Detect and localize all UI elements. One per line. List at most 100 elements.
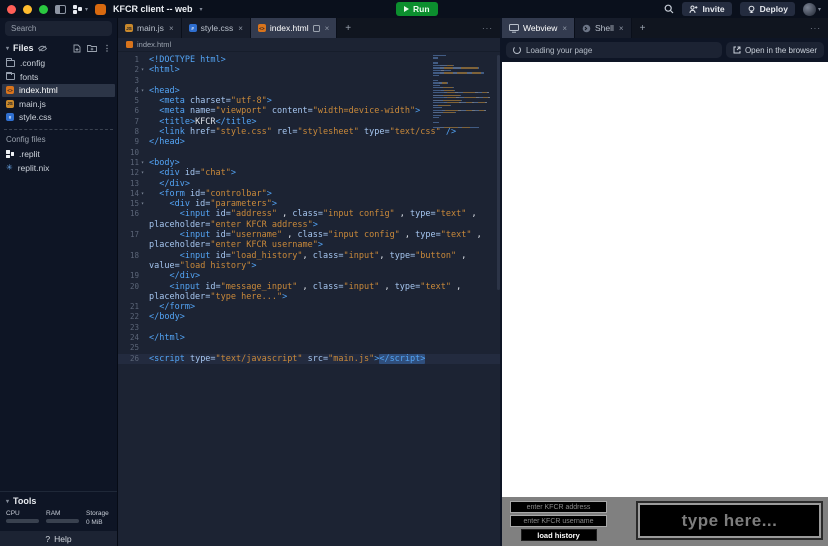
files-kebab-menu-icon[interactable]: ⋮ xyxy=(103,44,111,53)
project-menu-chevron-icon[interactable]: ▾ xyxy=(200,6,203,13)
window-close-button[interactable] xyxy=(7,5,16,14)
deploy-rocket-icon xyxy=(747,5,756,14)
code-row[interactable]: value="load history"> xyxy=(118,261,500,271)
project-title[interactable]: KFCR client -- web xyxy=(113,4,193,14)
webview-url-bar[interactable]: Loading your page xyxy=(506,42,722,58)
window-minimize-button[interactable] xyxy=(23,5,32,14)
fold-chevron-icon[interactable]: ▾ xyxy=(139,158,146,168)
code-row[interactable]: 20 <input id="message_input" , class="in… xyxy=(118,282,500,292)
code-row[interactable]: 13 </div> xyxy=(118,179,500,189)
fold-chevron-icon[interactable]: ▾ xyxy=(139,189,146,199)
page-load-history-button[interactable]: load history xyxy=(521,529,597,541)
line-number: 14▾ xyxy=(118,189,146,199)
editor-tabbar-options-icon[interactable]: ··· xyxy=(475,18,500,38)
code-row[interactable]: 24</html> xyxy=(118,333,500,343)
hidden-files-eye-icon[interactable] xyxy=(38,45,47,52)
new-file-icon[interactable] xyxy=(73,44,81,53)
code-row[interactable]: placeholder="enter KFCR address"> xyxy=(118,220,500,230)
line-number: 1 xyxy=(118,55,146,65)
line-number: 2▾ xyxy=(118,65,146,75)
invite-button[interactable]: Invite xyxy=(682,2,731,16)
code-row[interactable]: 14▾ <form id="controlbar"> xyxy=(118,189,500,199)
avatar xyxy=(803,3,816,16)
page-username-input[interactable]: enter KFCR username xyxy=(510,515,607,527)
minimap-row xyxy=(433,102,493,103)
file-item[interactable]: fonts xyxy=(2,70,115,83)
new-right-tab-button[interactable]: + xyxy=(632,18,654,38)
code-text xyxy=(146,323,149,333)
code-row[interactable]: 22</body> xyxy=(118,312,500,322)
code-row[interactable]: placeholder="enter KFCR username"> xyxy=(118,240,500,250)
minimap[interactable] xyxy=(433,55,493,128)
tab-close-icon[interactable]: × xyxy=(562,24,567,33)
replit-logo-icon[interactable]: ▾ xyxy=(73,5,88,14)
code-row[interactable]: 8 <link href="style.css" rel="stylesheet… xyxy=(118,127,500,137)
code-row[interactable]: 25 xyxy=(118,343,500,353)
editor-scrollbar[interactable] xyxy=(497,55,500,290)
code-editor[interactable]: 1<!DOCTYPE html>2▾<html>34▾<head>5 <meta… xyxy=(118,52,500,546)
code-row[interactable]: 9</head> xyxy=(118,137,500,147)
line-number: 11▾ xyxy=(118,158,146,168)
fold-chevron-icon[interactable]: ▾ xyxy=(139,168,146,178)
new-editor-tab-button[interactable]: + xyxy=(337,18,359,38)
tab-close-icon[interactable]: × xyxy=(619,24,624,33)
css-file-icon: # xyxy=(6,113,14,121)
code-row[interactable]: 12▾ <div id="chat"> xyxy=(118,168,500,178)
tools-header[interactable]: ▾ Tools xyxy=(0,492,117,509)
tab-close-icon[interactable]: × xyxy=(238,24,243,33)
files-collapse-chevron-icon[interactable]: ▾ xyxy=(6,45,9,52)
window-zoom-button[interactable] xyxy=(39,5,48,14)
breadcrumb-filename[interactable]: index.html xyxy=(137,40,171,49)
code-row[interactable]: 15▾ <div id="parameters"> xyxy=(118,199,500,209)
file-item[interactable]: .config xyxy=(2,57,115,70)
tab-shell[interactable]: Shell× xyxy=(575,18,632,38)
css-file-icon: # xyxy=(189,24,197,32)
code-row[interactable]: 26<script type="text/javascript" src="ma… xyxy=(118,354,500,364)
page-controlbar: enter KFCR address enter KFCR username l… xyxy=(502,497,828,546)
deploy-button[interactable]: Deploy xyxy=(740,2,795,16)
fold-chevron-icon[interactable]: ▾ xyxy=(139,199,146,209)
file-item[interactable]: #style.css xyxy=(2,111,115,124)
code-text: <div id="chat"> xyxy=(146,168,236,178)
account-menu[interactable]: ▾ xyxy=(803,3,821,16)
search-icon[interactable] xyxy=(664,4,674,14)
right-tabbar-options-icon[interactable]: ··· xyxy=(803,18,828,38)
code-text: </div> xyxy=(146,271,200,281)
page-address-input[interactable]: enter KFCR address xyxy=(510,501,607,513)
code-row[interactable]: 16 <input id="address" , class="input co… xyxy=(118,209,500,219)
file-item[interactable]: .replit xyxy=(2,148,115,161)
tab-label: main.js xyxy=(137,23,164,33)
code-text: placeholder="type here..."> xyxy=(146,292,287,302)
page-message-input[interactable]: type here... xyxy=(638,503,821,538)
split-view-icon[interactable] xyxy=(313,25,320,32)
webview-page[interactable]: enter KFCR address enter KFCR username l… xyxy=(502,62,828,546)
file-item[interactable]: <>index.html xyxy=(2,84,115,97)
code-row[interactable]: 17 <input id="username" , class="input c… xyxy=(118,230,500,240)
fold-chevron-icon[interactable]: ▾ xyxy=(139,86,146,96)
sidebar-divider xyxy=(4,129,113,130)
file-item[interactable]: JSmain.js xyxy=(2,97,115,110)
code-row[interactable]: 11▾<body> xyxy=(118,158,500,168)
code-row[interactable]: 18 <input id="load_history", class="inpu… xyxy=(118,251,500,261)
help-button[interactable]: ? Help xyxy=(0,531,117,546)
code-row[interactable]: 23 xyxy=(118,323,500,333)
code-row[interactable]: 19 </div> xyxy=(118,271,500,281)
run-button[interactable]: Run xyxy=(396,2,438,16)
code-row[interactable]: 21 </form> xyxy=(118,302,500,312)
new-folder-icon[interactable] xyxy=(87,44,97,52)
file-item[interactable]: ✳replit.nix xyxy=(2,161,115,174)
tab-index-html[interactable]: <>index.html× xyxy=(251,18,337,38)
sidebar-toggle-icon[interactable] xyxy=(55,5,66,14)
question-icon: ? xyxy=(45,534,50,544)
tab-main-js[interactable]: JSmain.js× xyxy=(118,18,182,38)
tab-close-icon[interactable]: × xyxy=(169,24,174,33)
code-row[interactable]: 10 xyxy=(118,148,500,158)
tab-close-icon[interactable]: × xyxy=(325,24,330,33)
search-input[interactable]: Search xyxy=(5,21,112,36)
code-row[interactable]: placeholder="type here..."> xyxy=(118,292,500,302)
fold-chevron-icon[interactable]: ▾ xyxy=(139,65,146,75)
tab-style-css[interactable]: #style.css× xyxy=(182,18,251,38)
open-in-browser-button[interactable]: Open in the browser xyxy=(726,42,824,58)
minimap-row xyxy=(433,70,493,71)
tab-webview[interactable]: Webview× xyxy=(502,18,575,38)
